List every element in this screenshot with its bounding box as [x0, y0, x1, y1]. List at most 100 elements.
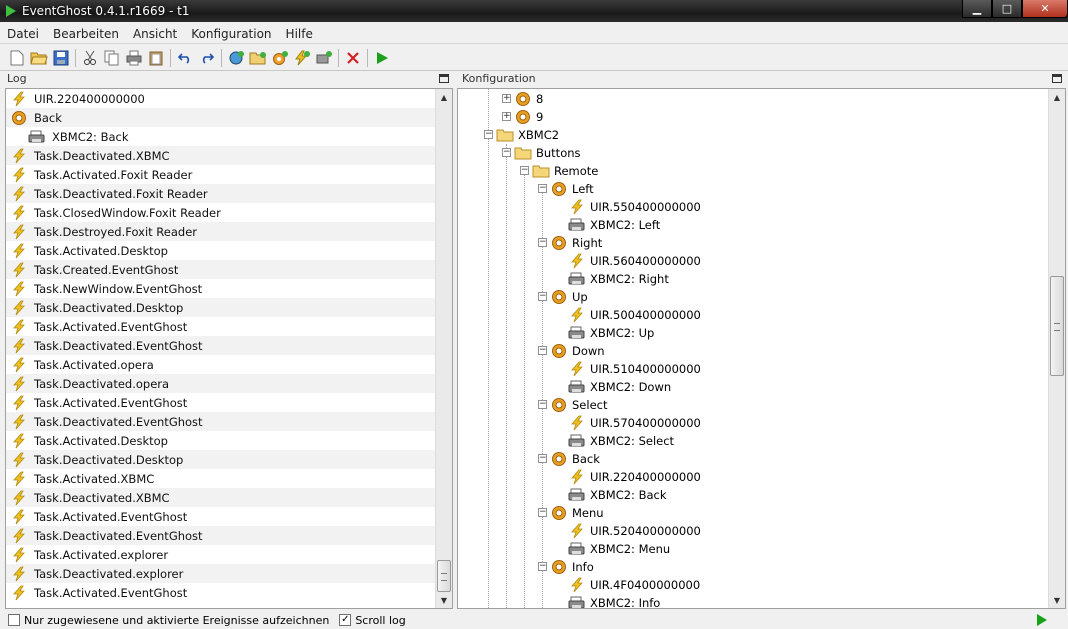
- log-row[interactable]: Task.Activated.XBMC: [6, 469, 452, 488]
- tree-node[interactable]: XBMC2: Info: [568, 594, 660, 608]
- tree-expander[interactable]: −: [484, 130, 493, 139]
- tree-node[interactable]: XBMC2: Back: [568, 486, 667, 504]
- add-action-icon[interactable]: [313, 47, 335, 69]
- tree-node[interactable]: UIR.510400000000: [568, 360, 701, 378]
- log-scrollbar[interactable]: ▲ ▼: [435, 89, 452, 608]
- scrollbar-thumb[interactable]: [1050, 276, 1064, 376]
- minimize-button[interactable]: ▁: [962, 0, 992, 18]
- tree-node[interactable]: UIR.570400000000: [568, 414, 701, 432]
- tree-node[interactable]: Info: [550, 558, 594, 576]
- menu-bearbeiten[interactable]: Bearbeiten: [46, 27, 126, 41]
- paste-icon[interactable]: [145, 47, 167, 69]
- add-folder-icon[interactable]: [247, 47, 269, 69]
- log-row[interactable]: Task.Activated.Foxit Reader: [6, 165, 452, 184]
- tree-node[interactable]: Right: [550, 234, 602, 252]
- redo-icon[interactable]: [196, 47, 218, 69]
- execute-icon[interactable]: [371, 47, 393, 69]
- log-row[interactable]: XBMC2: Back: [6, 127, 452, 146]
- save-icon[interactable]: [50, 47, 72, 69]
- log-row[interactable]: Task.Deactivated.explorer: [6, 564, 452, 583]
- copy-icon[interactable]: [101, 47, 123, 69]
- config-scrollbar[interactable]: ▲ ▼: [1048, 89, 1065, 608]
- tree-expander[interactable]: −: [502, 148, 511, 157]
- delete-icon[interactable]: [342, 47, 364, 69]
- tree-expander[interactable]: −: [538, 454, 547, 463]
- log-row[interactable]: Task.Deactivated.Desktop: [6, 450, 452, 469]
- log-row[interactable]: Task.Activated.EventGhost: [6, 583, 452, 602]
- tree-node[interactable]: Back: [550, 450, 600, 468]
- tree-node[interactable]: 8: [514, 90, 543, 108]
- log-row[interactable]: Task.Deactivated.EventGhost: [6, 526, 452, 545]
- log-row[interactable]: Task.Activated.explorer: [6, 545, 452, 564]
- scrollbar-thumb[interactable]: [437, 560, 451, 592]
- menu-datei[interactable]: Datei: [0, 27, 46, 41]
- log-row[interactable]: Task.Deactivated.EventGhost: [6, 412, 452, 431]
- tree-node[interactable]: UIR.4F0400000000: [568, 576, 700, 594]
- new-file-icon[interactable]: [6, 47, 28, 69]
- tree-node[interactable]: Menu: [550, 504, 604, 522]
- close-button[interactable]: ✕: [1022, 0, 1068, 18]
- scroll-up-arrow[interactable]: ▲: [1049, 89, 1065, 105]
- log-row[interactable]: Task.Activated.EventGhost: [6, 393, 452, 412]
- tree-expander[interactable]: −: [520, 166, 529, 175]
- log-row[interactable]: Task.ClosedWindow.Foxit Reader: [6, 203, 452, 222]
- tree-node[interactable]: Select: [550, 396, 607, 414]
- log-row[interactable]: UIR.220400000000: [6, 89, 452, 108]
- tree-node[interactable]: XBMC2: Up: [568, 324, 654, 342]
- tree-node[interactable]: UIR.500400000000: [568, 306, 701, 324]
- log-row[interactable]: Task.Activated.opera: [6, 355, 452, 374]
- log-row[interactable]: Task.Activated.EventGhost: [6, 317, 452, 336]
- add-macro-icon[interactable]: [269, 47, 291, 69]
- tree-expander[interactable]: −: [538, 400, 547, 409]
- log-row[interactable]: Task.Created.EventGhost: [6, 260, 452, 279]
- log-row[interactable]: Back: [6, 108, 452, 127]
- log-row[interactable]: Task.Activated.EventGhost: [6, 507, 452, 526]
- log-row[interactable]: Task.Deactivated.Desktop: [6, 298, 452, 317]
- menu-konfiguration[interactable]: Konfiguration: [184, 27, 278, 41]
- tree-expander[interactable]: −: [538, 562, 547, 571]
- tree-node[interactable]: Left: [550, 180, 594, 198]
- tree-node[interactable]: UIR.550400000000: [568, 198, 701, 216]
- tree-node[interactable]: XBMC2: Menu: [568, 540, 670, 558]
- tree-node[interactable]: XBMC2: Select: [568, 432, 674, 450]
- tree-node[interactable]: Remote: [532, 162, 598, 180]
- tree-expander[interactable]: −: [538, 238, 547, 247]
- log-row[interactable]: Task.Activated.Desktop: [6, 241, 452, 260]
- open-folder-icon[interactable]: [28, 47, 50, 69]
- scroll-down-arrow[interactable]: ▼: [1049, 592, 1065, 608]
- menu-hilfe[interactable]: Hilfe: [279, 27, 320, 41]
- maximize-pane-icon[interactable]: [439, 74, 449, 83]
- log-row[interactable]: Task.Deactivated.XBMC: [6, 146, 452, 165]
- scroll-down-arrow[interactable]: ▼: [436, 592, 452, 608]
- tree-node[interactable]: 9: [514, 108, 543, 126]
- log-row[interactable]: Task.Activated.Desktop: [6, 431, 452, 450]
- log-row[interactable]: Task.NewWindow.EventGhost: [6, 279, 452, 298]
- maximize-pane-icon[interactable]: [1052, 74, 1062, 83]
- tree-node[interactable]: Buttons: [514, 144, 581, 162]
- maximize-button[interactable]: □: [992, 0, 1022, 18]
- tree-node[interactable]: UIR.560400000000: [568, 252, 701, 270]
- tree-node[interactable]: UIR.520400000000: [568, 522, 701, 540]
- tree-expander[interactable]: −: [538, 346, 547, 355]
- tree-node[interactable]: XBMC2: [496, 126, 559, 144]
- scroll-up-arrow[interactable]: ▲: [436, 89, 452, 105]
- add-event-icon[interactable]: [291, 47, 313, 69]
- tree-node[interactable]: Up: [550, 288, 588, 306]
- undo-icon[interactable]: [174, 47, 196, 69]
- tree-expander[interactable]: −: [538, 508, 547, 517]
- tree-expander[interactable]: +: [502, 94, 511, 103]
- add-plugin-icon[interactable]: [225, 47, 247, 69]
- tree-node[interactable]: UIR.220400000000: [568, 468, 701, 486]
- tree-node[interactable]: Down: [550, 342, 605, 360]
- tree-node[interactable]: XBMC2: Down: [568, 378, 671, 396]
- log-row[interactable]: Task.Destroyed.Foxit Reader: [6, 222, 452, 241]
- log-row[interactable]: Task.Deactivated.opera: [6, 374, 452, 393]
- tree-expander[interactable]: +: [502, 112, 511, 121]
- log-row[interactable]: Task.Deactivated.EventGhost: [6, 336, 452, 355]
- print-icon[interactable]: [123, 47, 145, 69]
- config-tree[interactable]: +8 +9− XBMC2− Buttons − Remote − Left UIR.550400…: [457, 88, 1066, 609]
- log-row[interactable]: Task.Deactivated.Foxit Reader: [6, 184, 452, 203]
- menu-ansicht[interactable]: Ansicht: [126, 27, 184, 41]
- log-list[interactable]: UIR.220400000000 Back XBMC2: Back Task.Deac…: [5, 88, 453, 609]
- only-assigned-checkbox[interactable]: [8, 614, 20, 626]
